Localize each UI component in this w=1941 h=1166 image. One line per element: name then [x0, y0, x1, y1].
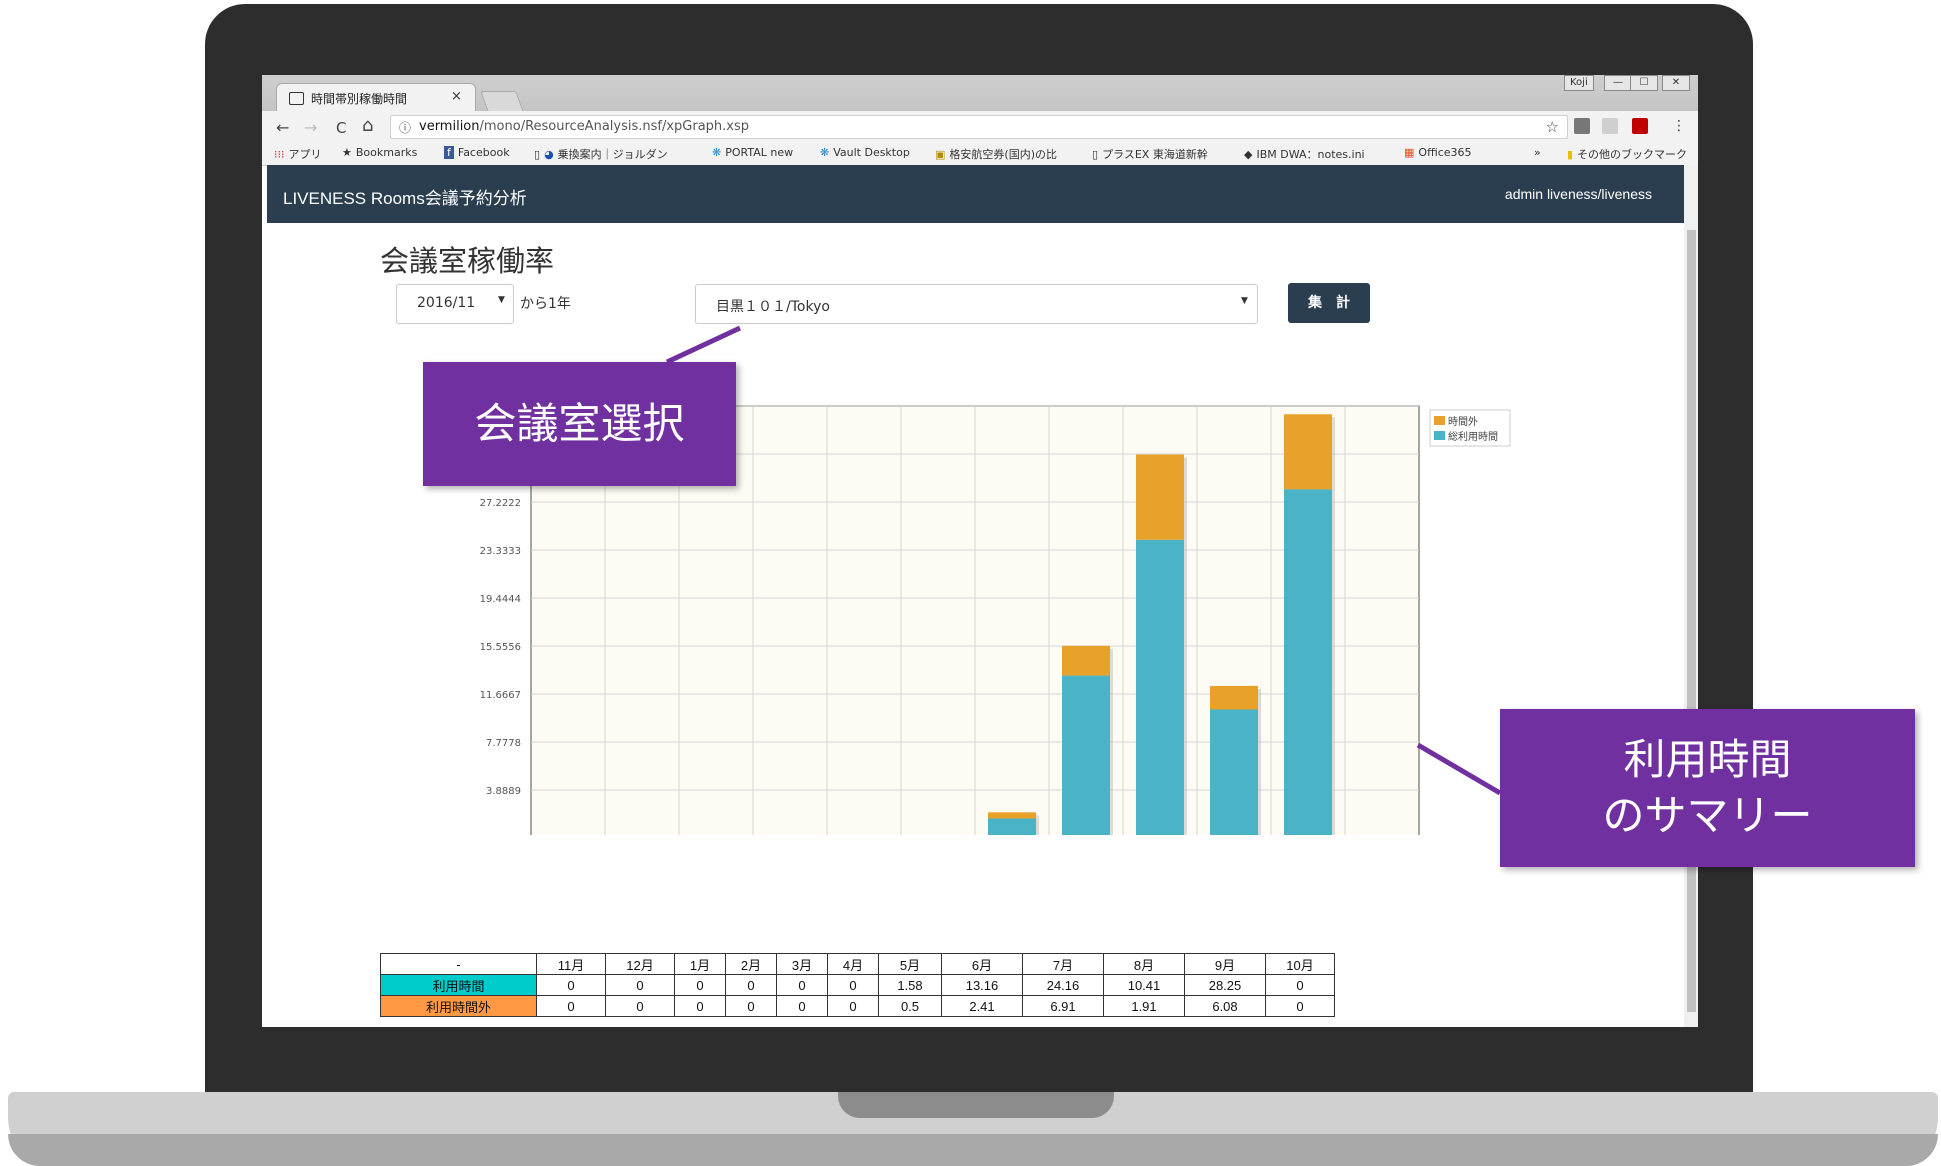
table-cell: 0 — [725, 974, 777, 996]
y-tick-label: 11.6667 — [480, 690, 521, 701]
table-cell: 0 — [725, 995, 777, 1017]
table-cell: 1.58 — [878, 974, 942, 996]
table-cell: 1.91 — [1103, 995, 1185, 1017]
y-tick-label: 7.7778 — [486, 738, 521, 749]
y-tick-label: 0.0000 — [486, 834, 521, 835]
legend-label: 時間外 — [1448, 416, 1478, 428]
bar-overtime — [1136, 454, 1184, 540]
table-header-row: - 11月 12月 1月 2月 3月 4月 5月 6月 7月 8月 9月 10月 — [380, 953, 1335, 975]
table-cell: 0 — [1265, 995, 1335, 1017]
table-corner: - — [380, 953, 537, 975]
table-cell: 0 — [605, 974, 675, 996]
bar-usage — [1284, 489, 1332, 835]
table-cell: 13.16 — [941, 974, 1023, 996]
laptop-notch — [838, 1092, 1114, 1118]
table-row-overtime: 利用時間外 0 0 0 0 0 0 0.5 2.41 6.91 1.91 6.0… — [380, 995, 1335, 1017]
table-header-cell: 9月 — [1184, 953, 1266, 975]
table-header-cell: 5月 — [878, 953, 942, 975]
callout-line-2: のサマリー — [1602, 791, 1813, 840]
usage-summary-callout: 利用時間 のサマリー — [1500, 709, 1915, 867]
row-label-usage: 利用時間 — [380, 974, 537, 996]
table-cell: 6.91 — [1022, 995, 1104, 1017]
legend-label: 総利用時間 — [1448, 430, 1498, 443]
y-tick-label: 27.2222 — [480, 498, 521, 509]
bar-usage — [1062, 675, 1110, 835]
y-tick-label: 15.5556 — [480, 642, 521, 653]
table-cell: 2.41 — [941, 995, 1023, 1017]
table-header-cell: 2月 — [725, 953, 777, 975]
table-cell: 6.08 — [1184, 995, 1266, 1017]
table-header-cell: 12月 — [605, 953, 675, 975]
table-cell: 0 — [827, 995, 879, 1017]
table-row-usage: 利用時間 0 0 0 0 0 0 1.58 13.16 24.16 10.41 … — [380, 974, 1335, 996]
legend-swatch-usage — [1434, 431, 1445, 440]
table-cell: 0 — [674, 995, 726, 1017]
y-tick-label: 19.4444 — [480, 594, 521, 605]
table-cell: 0 — [674, 974, 726, 996]
table-header-cell: 4月 — [827, 953, 879, 975]
table-header-cell: 11月 — [536, 953, 606, 975]
bar-overtime — [1210, 685, 1258, 710]
table-cell: 0 — [605, 995, 675, 1017]
table-cell: 0 — [827, 974, 879, 996]
row-label-overtime: 利用時間外 — [380, 995, 537, 1017]
table-cell: 0 — [1265, 974, 1335, 996]
table-header-cell: 6月 — [941, 953, 1023, 975]
bar-usage — [988, 818, 1036, 835]
bar-overtime — [988, 812, 1036, 819]
table-cell: 0 — [536, 995, 606, 1017]
bar-overtime — [1062, 645, 1110, 676]
laptop-base-shadow — [8, 1134, 1938, 1166]
table-header-cell: 10月 — [1265, 953, 1335, 975]
summary-table: - 11月 12月 1月 2月 3月 4月 5月 6月 7月 8月 9月 10月… — [380, 953, 1335, 1017]
table-cell: 0.5 — [878, 995, 942, 1017]
table-header-cell: 1月 — [674, 953, 726, 975]
browser-screen: 時間帯別稼働時間 × Koji — ☐ ✕ ← → C ⌂ ⓘ vermilio… — [262, 75, 1698, 1027]
legend-swatch-overtime — [1434, 416, 1445, 425]
table-cell: 24.16 — [1022, 974, 1104, 996]
y-tick-label: 23.3333 — [480, 546, 521, 557]
table-cell: 28.25 — [1184, 974, 1266, 996]
table-cell: 0 — [776, 974, 828, 996]
table-header-cell: 3月 — [776, 953, 828, 975]
table-cell: 0 — [536, 974, 606, 996]
callout-line-1: 利用時間 — [1623, 735, 1792, 784]
bar-overtime — [1284, 414, 1332, 490]
bar-usage — [1210, 709, 1258, 835]
table-cell: 10.41 — [1103, 974, 1185, 996]
y-tick-label: 3.8889 — [486, 786, 521, 797]
room-select-callout: 会議室選択 — [423, 362, 736, 486]
table-header-cell: 8月 — [1103, 953, 1185, 975]
table-cell: 0 — [776, 995, 828, 1017]
bar-usage — [1136, 539, 1184, 835]
table-header-cell: 7月 — [1022, 953, 1104, 975]
